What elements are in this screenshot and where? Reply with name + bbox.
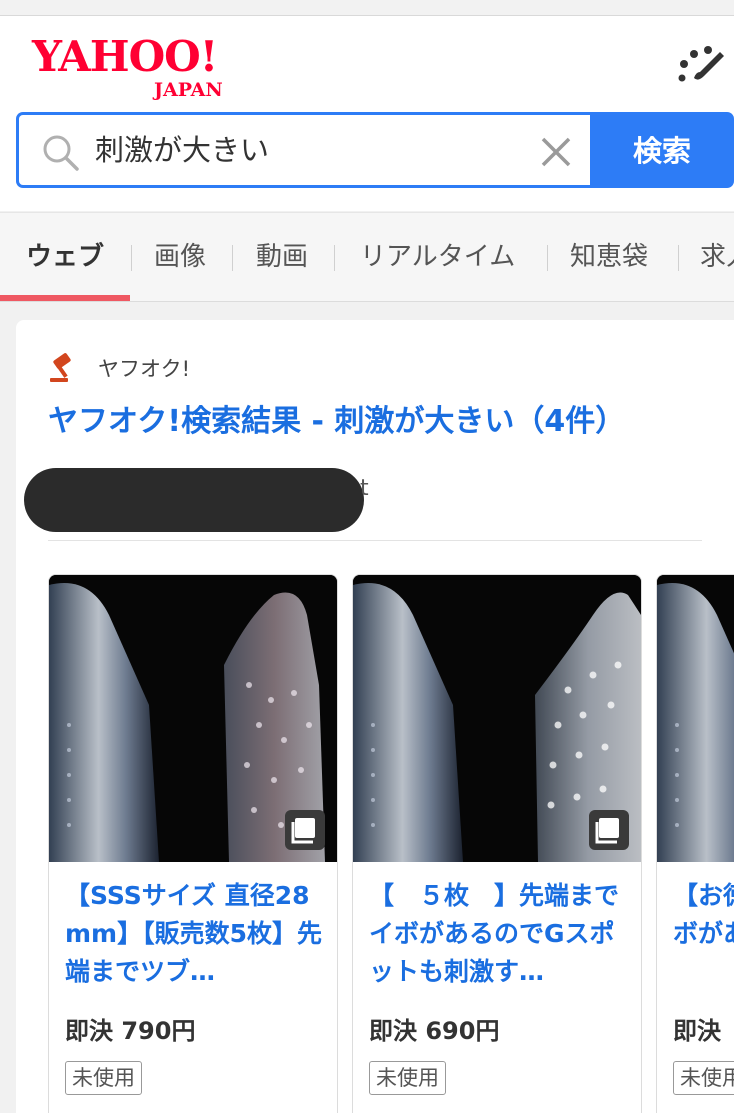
product-price: 即決 bbox=[673, 1017, 721, 1045]
product-card[interactable]: 【お徳用】先端までイボがあるのでGスポ… 即決 未使用 bbox=[656, 574, 734, 1113]
clear-icon[interactable] bbox=[539, 135, 573, 169]
redaction-bar bbox=[24, 468, 364, 532]
search-icon bbox=[41, 133, 81, 173]
yahoo-japan-logo[interactable]: YAHOO! JAPAN bbox=[32, 36, 247, 108]
condition-badge: 未使用 bbox=[673, 1061, 734, 1095]
logo-subtext: JAPAN bbox=[154, 79, 223, 101]
tab-divider bbox=[678, 245, 679, 271]
search-field[interactable] bbox=[16, 112, 590, 188]
auction-result-card: ヤフオク! ヤフオク!検索結果 - 刺激が大きい（4件） t 【SSSサイズ 直… bbox=[16, 320, 734, 1113]
product-title[interactable]: 【 ５枚 】先端までイボがあるのでGスポットも刺激す… bbox=[369, 877, 629, 991]
tab-web[interactable]: ウェブ bbox=[26, 241, 104, 273]
redacted-url-tail: t bbox=[360, 476, 369, 501]
tab-divider bbox=[131, 245, 132, 271]
result-title-link[interactable]: ヤフオク!検索結果 - 刺激が大きい（4件） bbox=[48, 402, 625, 442]
product-price: 即決 790円 bbox=[65, 1017, 196, 1045]
tab-chiebukuro[interactable]: 知恵袋 bbox=[570, 241, 648, 273]
product-carousel: 【SSSサイズ 直径28 mm】【販売数5枚】先端までツブ… 即決 790円 未… bbox=[48, 574, 734, 1113]
product-title[interactable]: 【お徳用】先端までイボがあるのでGスポ… bbox=[673, 877, 734, 991]
header: YAHOO! JAPAN 刺激が大きい 検索 bbox=[0, 16, 734, 211]
search-input[interactable] bbox=[95, 115, 525, 185]
logo-wordmark: YAHOO! bbox=[32, 32, 218, 81]
condition-badge: 未使用 bbox=[65, 1061, 142, 1095]
tab-videos[interactable]: 動画 bbox=[256, 241, 308, 273]
gavel-icon bbox=[48, 352, 78, 384]
tab-jobs[interactable]: 求人 bbox=[700, 241, 734, 273]
tab-realtime[interactable]: リアルタイム bbox=[360, 241, 515, 273]
search-button[interactable]: 検索 bbox=[590, 112, 734, 188]
tab-images[interactable]: 画像 bbox=[154, 241, 206, 273]
product-image bbox=[353, 575, 641, 862]
search-tabs: ウェブ 画像 動画 リアルタイム 知恵袋 求人 bbox=[0, 212, 734, 302]
active-tab-indicator bbox=[0, 295, 130, 301]
product-image bbox=[49, 575, 337, 862]
status-band bbox=[0, 0, 734, 16]
divider bbox=[48, 540, 702, 541]
search-bar: 検索 bbox=[16, 112, 734, 194]
tab-divider bbox=[547, 245, 548, 271]
product-image bbox=[657, 575, 734, 862]
source-label: ヤフオク! bbox=[98, 357, 190, 381]
tab-divider bbox=[232, 245, 233, 271]
product-price: 即決 690円 bbox=[369, 1017, 500, 1045]
tab-divider bbox=[334, 245, 335, 271]
product-card[interactable]: 【 ５枚 】先端までイボがあるのでGスポットも刺激す… 即決 690円 未使用 bbox=[352, 574, 642, 1113]
product-card[interactable]: 【SSSサイズ 直径28 mm】【販売数5枚】先端までツブ… 即決 790円 未… bbox=[48, 574, 338, 1113]
multiple-images-icon bbox=[285, 810, 325, 850]
multiple-images-icon bbox=[589, 810, 629, 850]
condition-badge: 未使用 bbox=[369, 1061, 446, 1095]
product-title[interactable]: 【SSSサイズ 直径28 mm】【販売数5枚】先端までツブ… bbox=[65, 877, 325, 991]
theme-menu-icon[interactable] bbox=[672, 42, 728, 88]
